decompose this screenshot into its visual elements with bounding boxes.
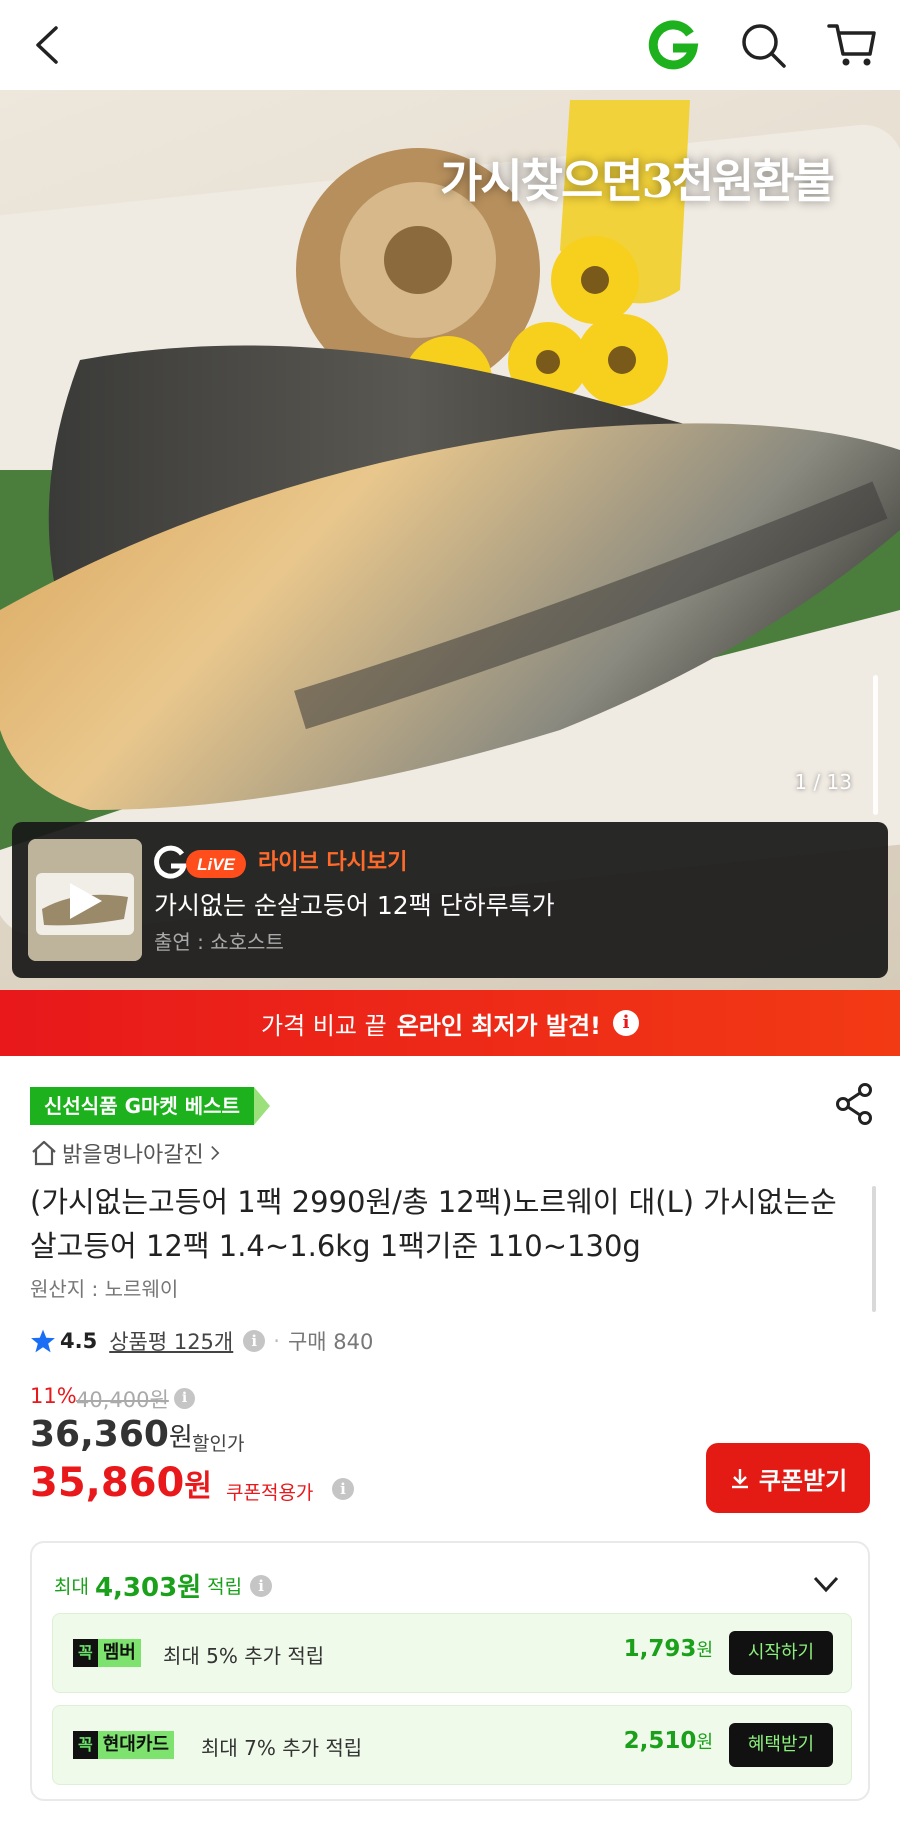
- info-icon[interactable]: i: [612, 1010, 639, 1036]
- start-button[interactable]: 시작하기: [729, 1631, 833, 1675]
- store-name: 밝을명나아갈진: [62, 1143, 204, 1168]
- points-row-hyundai-card: 꼭 현대카드 최대 7% 추가 적립 2,510원 혜택받기: [52, 1705, 852, 1785]
- hyundai-card-tag: 꼭 현대카드: [73, 1731, 174, 1759]
- image-counter: 1 / 13: [794, 770, 852, 794]
- svg-text:LiVE: LiVE: [197, 855, 235, 874]
- live-replay-card[interactable]: LiVE 라이브 다시보기 가시없는 순살고등어 12팩 단하루특가 출연 : …: [12, 822, 888, 978]
- sale-price-label: 할인가: [192, 1433, 245, 1455]
- hero-watermark-text: 가시찾으면3천원환불: [440, 154, 835, 208]
- share-icon[interactable]: [834, 1082, 874, 1126]
- get-coupon-button[interactable]: 쿠폰받기: [706, 1443, 870, 1513]
- info-icon[interactable]: i: [243, 1330, 266, 1352]
- product-origin: 원산지 : 노르웨이: [30, 1277, 179, 1301]
- banner-text: 가격 비교 끝: [261, 1011, 387, 1040]
- get-benefit-button[interactable]: 혜택받기: [729, 1723, 833, 1767]
- sale-price: 36,360원: [30, 1414, 193, 1455]
- top-nav: [0, 0, 900, 90]
- play-icon[interactable]: [62, 879, 106, 923]
- points-suffix: 적립: [207, 1576, 243, 1598]
- store-link[interactable]: 밝을명나아갈진: [30, 1137, 228, 1169]
- image-scroll-indicator: [873, 675, 878, 815]
- home-icon: [32, 1140, 56, 1166]
- points-row-amount: 1,793원: [623, 1636, 713, 1662]
- member-tag: 꼭 멤버: [73, 1639, 141, 1667]
- live-cast: 출연 : 쇼호스트: [154, 930, 284, 954]
- purchase-count: 구매 840: [287, 1330, 374, 1354]
- chevron-down-icon[interactable]: [812, 1573, 840, 1595]
- points-row-desc: 최대 7% 추가 적립: [201, 1736, 363, 1760]
- info-scrollbar[interactable]: [872, 1186, 876, 1312]
- coupon-price: 35,860원: [30, 1460, 212, 1506]
- separator-dot: ·: [273, 1329, 280, 1353]
- points-amount: 4,303원: [94, 1573, 202, 1603]
- rating-score: 4.5: [60, 1329, 98, 1353]
- back-icon[interactable]: [26, 22, 72, 68]
- points-header: 최대 4,303원 적립 i: [54, 1567, 273, 1604]
- chevron-right-icon: [210, 1145, 220, 1161]
- points-row-member: 꼭 멤버 최대 5% 추가 적립 1,793원 시작하기: [52, 1613, 852, 1693]
- coupon-price-label: 쿠폰적용가: [226, 1482, 314, 1504]
- reviews-link[interactable]: 상품평 125개: [109, 1326, 233, 1356]
- info-icon[interactable]: i: [332, 1478, 354, 1500]
- points-prefix: 최대: [54, 1576, 89, 1598]
- lowest-price-banner[interactable]: 가격 비교 끝 온라인 최저가 발견! i: [0, 990, 900, 1056]
- star-icon: [31, 1329, 55, 1353]
- download-icon: [731, 1469, 748, 1489]
- info-icon[interactable]: i: [174, 1388, 195, 1409]
- live-title: 가시없는 순살고등어 12팩 단하루특가: [154, 891, 555, 920]
- product-title: (가시없는고등어 1팩 2990원/총 12팩)노르웨이 대(L) 가시없는순살…: [30, 1185, 837, 1263]
- get-coupon-label: 쿠폰받기: [758, 1466, 848, 1495]
- points-row-amount: 2,510원: [623, 1728, 713, 1754]
- discount-rate: 11%: [30, 1384, 77, 1408]
- best-badge: 신선식품 G마켓 베스트: [30, 1087, 270, 1125]
- gmarket-logo-icon[interactable]: [646, 18, 700, 72]
- points-card: 최대 4,303원 적립 i 꼭 멤버 최대 5% 추가 적립 1,793원 시작…: [30, 1541, 870, 1801]
- live-thumbnail[interactable]: [28, 839, 142, 961]
- glive-logo-icon: LiVE: [154, 845, 246, 879]
- original-price: 40,400원: [76, 1388, 169, 1412]
- cart-icon[interactable]: [826, 18, 878, 70]
- info-icon[interactable]: i: [250, 1574, 273, 1597]
- points-row-desc: 최대 5% 추가 적립: [163, 1644, 325, 1668]
- live-replay-label: 라이브 다시보기: [258, 850, 408, 875]
- rating-row: 4.5 상품평 125개 i · 구매 840: [30, 1326, 373, 1356]
- banner-strong-text: 온라인 최저가 발견!: [396, 1011, 601, 1040]
- search-icon[interactable]: [738, 20, 788, 70]
